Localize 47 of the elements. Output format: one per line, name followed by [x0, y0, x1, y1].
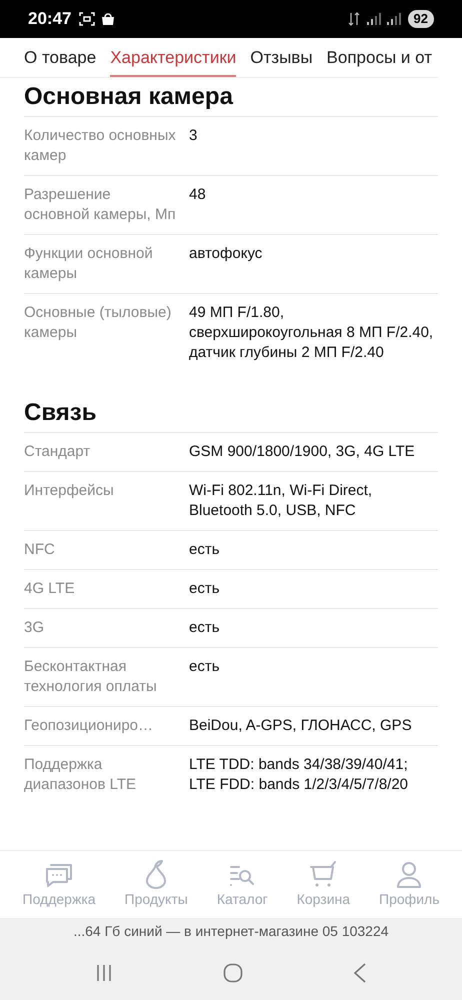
spec-value: Wi-Fi 802.11n, Wi-Fi Direct, Bluetooth 5.0, USB, NFC [189, 481, 374, 521]
screenshot-icon [79, 12, 96, 26]
spec-value: BeiDou, A-GPS, ГЛОНАСС, GPS [189, 716, 413, 736]
battery-level: 92 [408, 10, 434, 28]
tab[interactable]: Характеристики [110, 38, 236, 77]
spec-value: есть [189, 579, 221, 599]
home-icon[interactable] [223, 962, 243, 982]
spec-label: Поддержка диапазонов LTE [24, 755, 137, 795]
spec-value: есть [189, 540, 221, 560]
page-url: ...64 Гб синий — в интернет-магазине 05 103224 [73, 922, 389, 941]
tab[interactable]: Отзывы [250, 38, 313, 77]
nav-item[interactable]: Каталог [216, 859, 268, 910]
tab[interactable]: О товаре [24, 38, 96, 77]
clock: 20:47 [28, 8, 72, 30]
nav-item[interactable]: Профиль [379, 859, 440, 910]
spec-label: Количество основных камер [24, 126, 177, 166]
data-arrows-icon [348, 12, 360, 26]
spec-label: Стандарт [24, 442, 92, 462]
spec-label: Разрешение основной камеры, Мп [24, 185, 177, 225]
spec-value: 3 [189, 126, 198, 146]
spec-label: 3G [24, 618, 46, 638]
cart-icon [308, 859, 338, 889]
spec-label: Бесконтактная технология оплаты [24, 657, 158, 697]
spec-label: Основные (тыловые) камеры [24, 303, 172, 343]
signal-icon [366, 13, 382, 25]
spec-value: есть [189, 618, 221, 638]
signal-icon [386, 13, 402, 25]
spec-value: 49 МП F/1.80, сверхширокоугольная 8 МП F/2.40, датчик глубины 2 МП F/2.40 [189, 303, 434, 363]
spec-label: Интерфейсы [24, 481, 115, 501]
nav-item[interactable]: Продукты [124, 859, 188, 910]
nav-item[interactable]: Поддержка [22, 859, 96, 910]
bag-icon [101, 12, 116, 26]
tab[interactable]: Вопросы и от [326, 38, 432, 77]
spec-label: NFC [24, 540, 56, 560]
spec-value: LTE TDD: bands 34/38/39/40/41; LTE FDD: bands 1/2/3/4/5/7/8/20 [189, 755, 410, 795]
spec-value: 48 [189, 185, 207, 205]
section-title: Основная камера [24, 82, 234, 112]
nav-item[interactable]: Корзина [296, 859, 350, 910]
spec-value: есть [189, 657, 221, 677]
spec-value: GSM 900/1800/1900, 3G, 4G LTE [189, 442, 416, 462]
spec-value: автофокус [189, 244, 264, 264]
spec-label: Функции основной камеры [24, 244, 154, 284]
back-icon[interactable] [353, 962, 367, 982]
spec-label: Геопозициониро… [24, 716, 154, 736]
recent-apps-icon[interactable] [95, 964, 113, 982]
section-title: Связь [24, 398, 98, 428]
spec-label: 4G LTE [24, 579, 76, 599]
